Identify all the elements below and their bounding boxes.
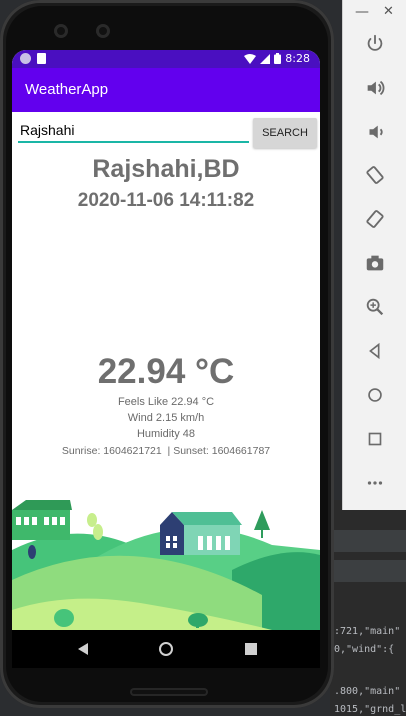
status-bar: 8:28: [12, 50, 320, 68]
app-bar: WeatherApp: [12, 68, 320, 112]
search-button[interactable]: SEARCH: [253, 118, 317, 148]
ide-band: [330, 530, 406, 552]
city-search-input[interactable]: [18, 119, 249, 143]
overview-icon[interactable]: [357, 421, 393, 457]
rotate-left-icon[interactable]: [357, 157, 393, 193]
humidity: Humidity 48: [136, 428, 196, 440]
nav-back-icon[interactable]: [72, 638, 94, 660]
app-screen: 8:28 WeatherApp SEARCH Rajshahi,BD 2020-…: [12, 50, 320, 630]
volume-down-icon[interactable]: [357, 114, 393, 150]
background-ide-panel: :721,"main" 0,"wind":{ .800,"main" 1015,…: [330, 500, 406, 716]
app-title: WeatherApp: [25, 81, 109, 98]
wind-speed: Wind 2.15 km/h: [127, 412, 205, 424]
volume-up-icon[interactable]: [357, 70, 393, 106]
power-icon[interactable]: [357, 26, 393, 62]
sunset: Sunset: 1604661787: [173, 445, 271, 457]
landscape-illustration: [12, 500, 320, 630]
home-icon[interactable]: [357, 377, 393, 413]
sun-times: Sunrise: 1604621721 | Sunset: 1604661787: [61, 445, 271, 457]
wifi-icon: [244, 53, 257, 64]
minimize-icon[interactable]: —: [355, 4, 369, 20]
battery-icon: [274, 53, 282, 64]
back-icon[interactable]: [357, 333, 393, 369]
rotate-right-icon[interactable]: [357, 201, 393, 237]
feels-like: Feels Like 22.94 °C: [117, 396, 215, 408]
notification-icon: [20, 53, 31, 64]
emulator-toolbar: — ✕: [342, 0, 406, 510]
android-nav-bar: [12, 630, 320, 668]
front-camera: [54, 24, 68, 38]
date-time: 2020-11-06 14:11:82: [77, 190, 255, 211]
city-name: Rajshahi,BD: [92, 155, 240, 183]
camera-icon[interactable]: [357, 245, 393, 281]
front-sensor: [96, 24, 110, 38]
log-line: .800,"main": [334, 686, 401, 697]
log-line: 1015,"grnd_lev: [334, 704, 406, 715]
sunrise: Sunrise: 1604621721: [61, 445, 162, 457]
bottom-speaker: [130, 688, 208, 696]
log-line: :721,"main": [334, 626, 401, 637]
nav-overview-icon[interactable]: [240, 638, 262, 660]
status-time: 8:28: [285, 52, 310, 65]
zoom-icon[interactable]: [357, 289, 393, 325]
more-icon[interactable]: [357, 465, 393, 501]
temperature: 22.94 °C: [97, 352, 235, 391]
ide-band: [330, 560, 406, 582]
log-line: 0,"wind":{: [334, 644, 395, 655]
nav-home-icon[interactable]: [155, 638, 177, 660]
signal-icon: [260, 53, 271, 64]
sd-card-icon: [37, 53, 46, 64]
close-icon[interactable]: ✕: [383, 4, 394, 19]
